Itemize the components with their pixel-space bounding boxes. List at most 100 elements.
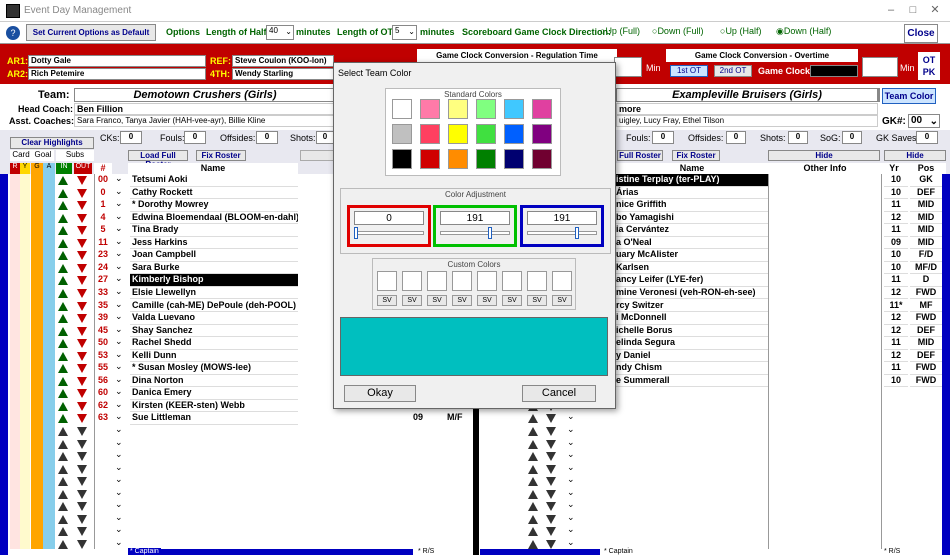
radio-up-full[interactable]: ○Up (Full) [600,26,640,36]
red-card-column[interactable] [10,174,20,549]
sub-out-arrow-icon[interactable] [77,351,87,361]
sub-out-arrow-icon[interactable] [77,251,87,261]
sub-in-arrow-icon[interactable] [528,489,538,499]
chevron-down-icon[interactable]: ⌄ [115,411,123,422]
sub-out-arrow-icon[interactable] [77,502,87,512]
player-name[interactable]: * Dorothy Mowrey [130,199,298,212]
sub-in-arrow-icon[interactable] [58,489,68,499]
chevron-down-icon[interactable]: ⌄ [115,524,123,535]
red-thumb[interactable] [354,227,358,239]
length-ot-select[interactable]: 5 ⌄ [392,25,417,40]
sub-in-arrow-icon[interactable] [58,251,68,261]
player-name[interactable]: Karlsen [616,262,768,275]
chevron-down-icon[interactable]: ⌄ [115,462,123,473]
yellow-card-column[interactable] [20,174,30,549]
player-name[interactable]: Joan Campbell [130,249,298,262]
custom-color-slot[interactable] [552,271,572,291]
ar1-select[interactable]: Dotty Gale [28,55,206,67]
sub-in-arrow-icon[interactable] [528,452,538,462]
chevron-down-icon[interactable]: ⌄ [115,311,123,322]
save-color-button[interactable]: SV [377,295,397,306]
color-swatch[interactable] [420,124,440,144]
assist-column[interactable] [43,174,55,549]
sub-in-arrow-icon[interactable] [58,213,68,223]
sub-out-arrow-icon[interactable] [77,364,87,374]
chevron-down-icon[interactable]: ⌄ [115,173,123,184]
chevron-down-icon[interactable]: ⌄ [115,198,123,209]
sub-out-arrow-icon[interactable] [546,527,556,537]
right-load-roster-button[interactable]: Full Roster [617,150,663,161]
set-default-button[interactable]: Set Current Options as Default [26,24,156,41]
chevron-down-icon[interactable]: ⌄ [115,211,123,222]
sub-in-arrow-icon[interactable] [58,326,68,336]
blue-track[interactable] [527,231,597,235]
sub-out-arrow-icon[interactable] [77,401,87,411]
fourth-select[interactable]: Wendy Starling [232,68,334,80]
sub-in-arrow-icon[interactable] [58,351,68,361]
chevron-down-icon[interactable]: ⌄ [115,336,123,347]
color-swatch[interactable] [476,99,496,119]
fouls-value[interactable]: 0 [184,131,206,144]
sub-out-arrow-icon[interactable] [546,464,556,474]
cks-value[interactable]: 0 [120,131,142,144]
right-sog-value[interactable]: 0 [842,131,862,144]
player-name[interactable]: i McDonnell [616,312,768,325]
minimize-icon[interactable]: – [884,4,898,16]
chevron-down-icon[interactable]: ⌄ [567,449,575,460]
radio-up-half[interactable]: ○Up (Half) [720,26,761,36]
sub-out-arrow-icon[interactable] [77,414,87,424]
sub-out-arrow-icon[interactable] [546,502,556,512]
sub-in-arrow-icon[interactable] [58,427,68,436]
player-name[interactable]: Dina Norton [130,375,298,388]
chevron-down-icon[interactable]: ⌄ [115,537,123,548]
player-name[interactable]: e Summerall [616,375,768,388]
player-name[interactable]: a O'Neal [616,237,768,250]
sub-out-arrow-icon[interactable] [546,489,556,499]
color-swatch[interactable] [504,124,524,144]
ot-minutes-input[interactable] [862,57,898,77]
right-fouls-value[interactable]: 0 [652,131,674,144]
chevron-down-icon[interactable]: ⌄ [567,512,575,523]
player-name[interactable]: Tina Brady [130,224,298,237]
chevron-down-icon[interactable]: ⌄ [115,437,123,448]
chevron-down-icon[interactable]: ⌄ [115,487,123,498]
player-name[interactable]: ancy Leifer (LYE-fer) [616,274,768,287]
blue-thumb[interactable] [575,227,579,239]
custom-color-slot[interactable] [427,271,447,291]
chevron-down-icon[interactable]: ⌄ [567,424,575,435]
player-name[interactable]: Elsie Llewellyn [130,287,298,300]
chevron-down-icon[interactable]: ⌄ [115,324,123,335]
sub-in-arrow-icon[interactable] [58,401,68,411]
sub-in-arrow-icon[interactable] [528,427,538,436]
sub-in-arrow-icon[interactable] [58,288,68,298]
save-color-button[interactable]: SV [477,295,497,306]
player-name[interactable]: Árias [616,187,768,200]
sub-in-arrow-icon[interactable] [58,201,68,211]
sub-in-arrow-icon[interactable] [58,477,68,487]
sub-in-arrow-icon[interactable] [58,364,68,374]
custom-color-slot[interactable] [402,271,422,291]
sub-out-arrow-icon[interactable] [77,464,87,474]
hide-other-info-button[interactable]: Hide [768,150,880,161]
player-name[interactable]: * Susan Mosley (MOWS-lee) [130,362,298,375]
sub-out-arrow-icon[interactable] [546,477,556,487]
chevron-down-icon[interactable]: ⌄ [567,411,575,422]
player-name[interactable]: Camille (cah-ME) DePoule (deh-POOL) [130,300,298,312]
sub-out-arrow-icon[interactable] [77,201,87,211]
sub-out-arrow-icon[interactable] [77,263,87,273]
sub-in-arrow-icon[interactable] [58,527,68,537]
sub-in-arrow-icon[interactable] [528,539,538,549]
sub-in-arrow-icon[interactable] [58,502,68,512]
sub-out-arrow-icon[interactable] [546,514,556,524]
save-color-button[interactable]: SV [402,295,422,306]
sub-out-arrow-icon[interactable] [77,314,87,324]
green-track[interactable] [440,231,510,235]
fix-roster-button[interactable]: Fix Roster [196,150,246,161]
sub-in-arrow-icon[interactable] [58,389,68,399]
sub-in-arrow-icon[interactable] [528,527,538,537]
chevron-down-icon[interactable]: ⌄ [115,186,123,197]
chevron-down-icon[interactable]: ⌄ [115,499,123,510]
player-name[interactable]: y Daniel [616,350,768,363]
sub-out-arrow-icon[interactable] [546,539,556,549]
close-button[interactable]: Close [904,24,938,43]
